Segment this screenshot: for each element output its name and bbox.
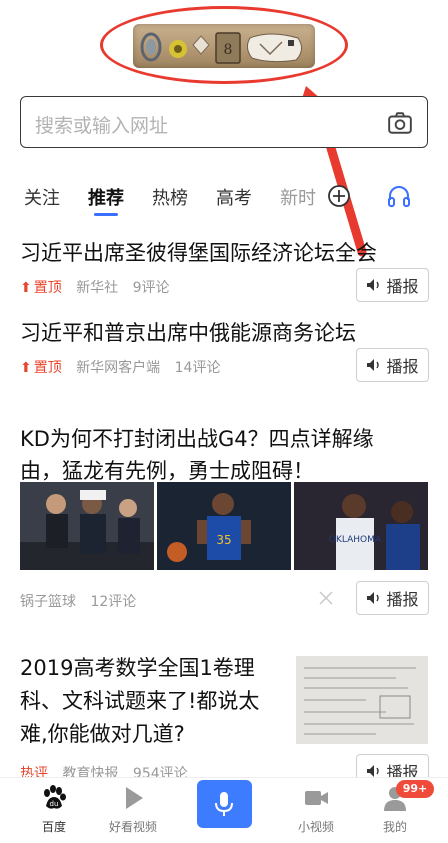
broadcast-button[interactable]: 播报 [356,348,429,382]
exam-paper-image[interactable] [296,656,428,744]
news-title[interactable]: 习近平和普京出席中俄能源商务论坛 [20,317,356,347]
baidu-paw-icon: du [44,785,66,809]
pin-label: 置顶 [33,360,62,376]
nav-video[interactable]: 好看视频 [93,778,173,843]
microphone-icon [215,792,233,816]
comment-count: 14评论 [174,360,221,376]
dismiss-icon[interactable] [318,590,334,606]
news-title-line2[interactable]: 由，猛龙有先例，勇士成阻碍！ [20,455,314,485]
tab-hot-list[interactable]: 热榜 [152,184,188,210]
broadcast-button[interactable]: 播报 [356,268,429,302]
nav-short-video-label: 小视频 [297,820,334,834]
svg-text:35: 35 [216,533,231,547]
speaker-icon [367,359,380,371]
headphones-icon[interactable] [387,184,411,208]
broadcast-button[interactable]: 播报 [356,581,429,615]
svg-text:OKLAHOMA: OKLAHOMA [329,535,382,545]
tab-recommend[interactable]: 推荐 [88,184,124,210]
pin-up-icon: ⬆ [20,360,32,376]
video-camera-icon [305,791,328,805]
news-title-line1[interactable]: KD为何不打封闭出战G4？四点详解缘 [20,423,374,453]
speaker-icon [367,592,380,604]
nav-short-video[interactable]: 小视频 [276,778,356,843]
news-meta: ⬆ 置顶 新华社 9评论 [20,277,180,297]
news-meta: 锅子篮球 12评论 [20,591,146,611]
play-icon [126,787,143,809]
news-meta: ⬆ 置顶 新华网客户端 14评论 [20,357,230,377]
news-source: 新华社 [76,280,119,296]
nav-mine-label: 我的 [382,820,407,834]
news-title[interactable]: 习近平出席圣彼得堡国际经济论坛全会 [20,237,377,267]
comment-count: 12评论 [90,594,137,610]
svg-text:du: du [50,800,59,808]
comment-count: 9评论 [132,280,170,296]
annotation-oval [100,6,348,84]
news-title[interactable]: 2019高考数学全国1卷理科、文科试题来了!都说太难,你能做对几道? [20,652,284,751]
tab-follow[interactable]: 关注 [24,184,60,210]
speaker-icon [367,279,380,291]
broadcast-label: 播报 [386,590,419,609]
news-source: 锅子篮球 [20,594,76,610]
news-image-2[interactable]: 35 [157,482,291,570]
news-image-1[interactable] [20,482,154,570]
nav-home-label: 百度 [41,820,66,834]
camera-icon[interactable] [387,110,413,136]
doodle-logo[interactable]: 8 [100,6,348,84]
speaker-icon [367,765,380,777]
nav-video-label: 好看视频 [108,820,157,834]
nav-home[interactable]: du 百度 [14,778,94,843]
add-channel-icon[interactable] [327,184,351,208]
search-bar[interactable]: 搜索或输入网址 [20,96,428,148]
broadcast-label: 播报 [386,277,419,296]
bottom-navigation: du 百度 好看视频 小视频 我的 99+ [0,777,448,843]
broadcast-label: 播报 [386,357,419,376]
news-image-3[interactable]: OKLAHOMA [294,482,428,570]
pin-label: 置顶 [33,280,62,296]
news-source: 新华网客户端 [76,360,161,376]
channel-tabs: 关注 推荐 热榜 高考 新时 [0,172,448,222]
voice-search-button[interactable] [197,780,252,828]
tab-gaokao[interactable]: 高考 [216,184,252,210]
search-input[interactable]: 搜索或输入网址 [35,111,168,138]
notification-badge: 99+ [396,780,434,798]
active-tab-indicator [94,213,118,216]
pin-up-icon: ⬆ [20,280,32,296]
tab-new-era[interactable]: 新时 [280,184,316,210]
